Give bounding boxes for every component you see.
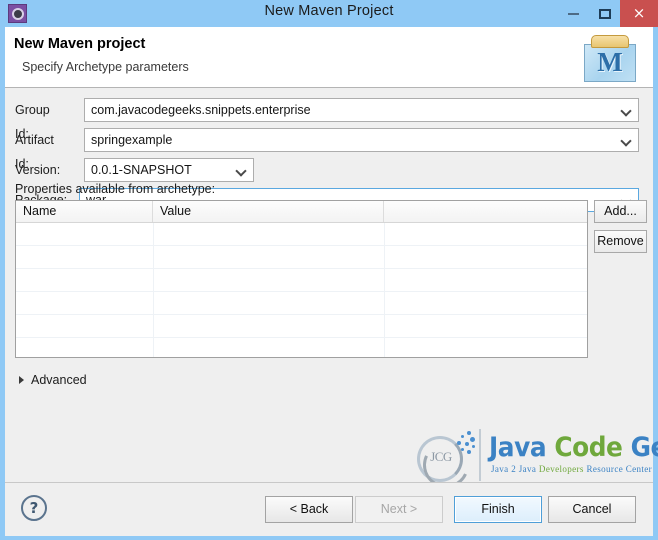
close-icon: × <box>632 4 646 22</box>
dialog-body: New Maven project Specify Archetype para… <box>5 27 658 536</box>
minimize-button[interactable] <box>558 0 588 27</box>
version-combo[interactable]: 0.0.1-SNAPSHOT <box>84 158 254 182</box>
help-icon[interactable]: ? <box>21 495 47 521</box>
maximize-button[interactable] <box>590 0 620 27</box>
jcg-tagline-part1: Java 2 Java <box>491 465 537 475</box>
jcg-tagline-part3: Resource Center <box>586 465 653 475</box>
table-row[interactable] <box>16 223 587 246</box>
dialog-header: New Maven project Specify Archetype para… <box>5 27 653 88</box>
jcg-word-code: Code <box>554 432 623 463</box>
advanced-expander[interactable]: Advanced <box>19 372 87 388</box>
finish-button[interactable]: Finish <box>454 496 542 523</box>
table-row[interactable] <box>16 315 587 338</box>
table-row[interactable] <box>16 338 587 357</box>
jcg-tagline-part2: Developers <box>538 465 584 475</box>
page-subtitle: Specify Archetype parameters <box>22 60 189 74</box>
java-code-geeks-watermark: JCG Java Code Geeks Java 2 Java Develope… <box>413 427 658 495</box>
chevron-down-icon[interactable] <box>622 106 631 115</box>
jcg-logo-mark: JCG <box>413 431 477 495</box>
version-value: 0.0.1-SNAPSHOT <box>91 163 192 177</box>
remove-property-button[interactable]: Remove <box>594 230 647 253</box>
minimize-icon <box>567 12 579 15</box>
properties-table[interactable]: Name Value <box>15 200 588 358</box>
jcg-tagline: Java 2 Java Developers Resource Center <box>491 465 652 475</box>
page-title: New Maven project <box>14 36 146 52</box>
maximize-icon <box>599 8 611 19</box>
properties-label: Properties available from archetype: <box>15 182 216 196</box>
artifact-id-combo[interactable]: springexample <box>84 128 639 152</box>
jcg-divider <box>479 429 481 481</box>
column-header-name[interactable]: Name <box>16 201 153 222</box>
chevron-right-icon <box>19 376 24 384</box>
maven-logo-box: M <box>584 44 636 82</box>
maven-logo: M <box>582 32 640 84</box>
jcg-wordmark: Java Code Geeks <box>489 433 658 463</box>
close-button[interactable]: × <box>620 0 658 27</box>
chevron-down-icon[interactable] <box>237 166 246 175</box>
jcg-word-geeks: Geeks <box>630 432 658 463</box>
next-button: Next > <box>355 496 443 523</box>
title-bar: New Maven Project × <box>0 0 658 27</box>
jcg-word-java: Java <box>489 432 547 463</box>
chevron-down-icon[interactable] <box>622 136 631 145</box>
artifact-id-value: springexample <box>91 133 173 147</box>
dialog-footer: ? < Back Next > Finish Cancel <box>5 482 653 536</box>
cancel-button[interactable]: Cancel <box>548 496 636 523</box>
add-property-button[interactable]: Add... <box>594 200 647 223</box>
jcg-dots-icon <box>453 431 477 457</box>
properties-table-header: Name Value <box>16 201 587 223</box>
maven-project-dialog-window: New Maven Project × New Maven project Sp… <box>0 0 658 540</box>
advanced-label: Advanced <box>31 373 87 387</box>
table-row[interactable] <box>16 292 587 315</box>
back-button[interactable]: < Back <box>265 496 353 523</box>
column-header-extra[interactable] <box>384 201 587 222</box>
group-id-value: com.javacodegeeks.snippets.enterprise <box>91 103 311 117</box>
table-row[interactable] <box>16 269 587 292</box>
column-header-value[interactable]: Value <box>153 201 384 222</box>
maven-logo-folder-tab <box>591 35 629 48</box>
table-row[interactable] <box>16 246 587 269</box>
version-label: Version: <box>15 163 61 177</box>
maven-logo-letter: M <box>597 47 623 77</box>
group-id-combo[interactable]: com.javacodegeeks.snippets.enterprise <box>84 98 639 122</box>
